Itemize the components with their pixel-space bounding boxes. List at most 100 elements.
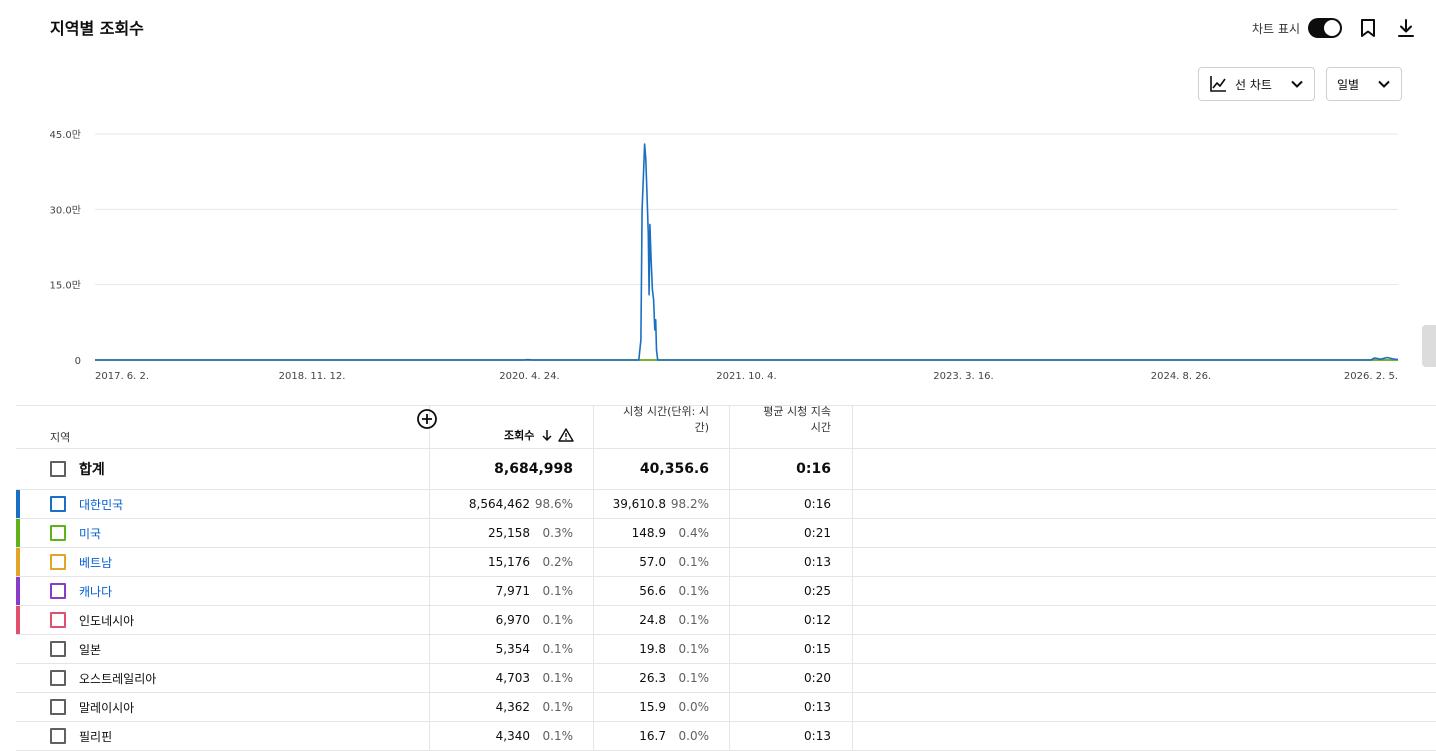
region-name[interactable]: 미국 — [79, 519, 101, 547]
table-row: 필리핀 4,340 0.1% 16.7 0.0% 0:13 — [16, 722, 1436, 751]
download-icon — [1398, 19, 1414, 37]
avg-duration-value: 0:16 — [804, 497, 831, 511]
watch-time-value: 15.9 — [639, 700, 666, 714]
row-checkbox[interactable] — [50, 583, 66, 599]
row-checkbox[interactable] — [50, 496, 66, 512]
watch-time-percent: 0.1% — [678, 671, 710, 685]
watch-time-percent: 0.1% — [678, 555, 710, 569]
line-chart-icon — [1210, 76, 1226, 92]
table-row: 대한민국 8,564,462 98.6% 39,610.8 98.2% 0:16 — [16, 490, 1436, 519]
avg-duration-value: 0:12 — [804, 613, 831, 627]
table-row: 캐나다 7,971 0.1% 56.6 0.1% 0:25 — [16, 577, 1436, 606]
series-color-bar — [16, 606, 20, 634]
x-tick-label: 2017. 6. 2. — [95, 371, 149, 382]
table-row: 말레이시아 4,362 0.1% 15.9 0.0% 0:13 — [16, 693, 1436, 722]
period-dropdown[interactable]: 일별 — [1326, 67, 1402, 101]
y-tick-label: 15.0만 — [50, 280, 81, 292]
watch-time-percent: 0.0% — [678, 729, 710, 743]
page-title: 지역별 조회수 — [50, 19, 144, 38]
x-tick-label: 2021. 10. 4. — [716, 371, 776, 382]
watch-time-value: 39,610.8 — [612, 497, 666, 511]
period-label: 일별 — [1337, 77, 1360, 92]
views-value: 5,354 — [495, 642, 530, 656]
row-checkbox[interactable] — [50, 612, 66, 628]
x-tick-label: 2020. 4. 24. — [499, 371, 559, 382]
series-line-대한민국 — [95, 143, 1399, 361]
table-header: 지역 조회수 시청 시간(단위: 시 간) 평균 시청 지속 시간 — [16, 405, 1436, 449]
watch-time-percent: 0.1% — [678, 642, 710, 656]
views-value: 25,158 — [488, 526, 530, 540]
views-percent: 0.1% — [542, 700, 574, 714]
x-tick-label: 2018. 11. 12. — [279, 371, 346, 382]
series-color-bar — [16, 490, 20, 518]
watch-time-value: 26.3 — [639, 671, 666, 685]
chart-type-dropdown[interactable]: 선 차트 — [1198, 67, 1315, 101]
views-percent: 0.1% — [542, 613, 574, 627]
watch-time-value: 24.8 — [639, 613, 666, 627]
avg-duration-value: 0:20 — [804, 671, 831, 685]
x-tick-label: 2026. 2. 5. — [1344, 371, 1398, 382]
watch-time-percent: 0.1% — [678, 613, 710, 627]
x-tick-label: 2024. 8. 26. — [1151, 371, 1211, 382]
views-value: 15,176 — [488, 555, 530, 569]
side-panel-handle[interactable] — [1422, 325, 1436, 367]
region-name: 필리핀 — [79, 729, 113, 744]
total-checkbox[interactable] — [50, 461, 66, 477]
avg-duration-column-header[interactable]: 평균 시청 지속 시간 — [736, 398, 831, 440]
y-tick-label: 0 — [75, 356, 81, 367]
avg-duration-header-line1: 평균 시청 지속 — [763, 405, 831, 418]
series-color-bar — [16, 548, 20, 576]
views-value: 4,362 — [495, 700, 530, 714]
views-percent: 98.6% — [534, 497, 573, 511]
views-percent: 0.1% — [542, 729, 574, 743]
views-value: 6,970 — [495, 613, 530, 627]
watch-time-value: 148.9 — [631, 526, 666, 540]
avg-duration-value: 0:21 — [804, 526, 831, 540]
download-button[interactable] — [1394, 16, 1418, 40]
watch-time-percent: 0.0% — [678, 700, 710, 714]
arrow-down-icon — [542, 430, 552, 442]
table-row: 일본 5,354 0.1% 19.8 0.1% 0:15 — [16, 635, 1436, 664]
total-label: 합계 — [79, 462, 105, 478]
total-views: 8,684,998 — [494, 461, 573, 477]
watch-time-percent: 98.2% — [670, 497, 709, 511]
row-checkbox[interactable] — [50, 554, 66, 570]
row-checkbox[interactable] — [50, 670, 66, 686]
add-metric-button[interactable] — [416, 398, 438, 440]
table-row: 미국 25,158 0.3% 148.9 0.4% 0:21 — [16, 519, 1436, 548]
region-name[interactable]: 대한민국 — [79, 490, 123, 518]
views-percent: 0.2% — [542, 555, 574, 569]
bookmark-button[interactable] — [1356, 16, 1380, 40]
views-value: 7,971 — [495, 584, 530, 598]
region-rows: 대한민국 8,564,462 98.6% 39,610.8 98.2% 0:16 미국 25,… — [16, 490, 1436, 751]
region-name: 일본 — [79, 642, 102, 657]
views-header-label: 조회수 — [504, 429, 535, 442]
row-checkbox[interactable] — [50, 699, 66, 715]
watch-time-value: 16.7 — [639, 729, 666, 743]
avg-duration-value: 0:15 — [804, 642, 831, 656]
x-tick-label: 2023. 3. 16. — [933, 371, 993, 382]
watch-time-percent: 0.4% — [678, 526, 710, 540]
table-row: 베트남 15,176 0.2% 57.0 0.1% 0:13 — [16, 548, 1436, 577]
region-name[interactable]: 베트남 — [79, 548, 112, 576]
watch-time-column-header[interactable]: 시청 시간(단위: 시 간) — [601, 398, 709, 440]
chart-type-label: 선 차트 — [1235, 77, 1272, 92]
avg-duration-value: 0:13 — [804, 729, 831, 743]
views-value: 4,340 — [495, 729, 530, 743]
watch-time-value: 57.0 — [639, 555, 666, 569]
watch-time-header-line2: 간) — [694, 421, 709, 434]
avg-duration-value: 0:13 — [804, 700, 831, 714]
bookmark-icon — [1361, 19, 1375, 37]
chevron-down-icon — [1378, 80, 1390, 88]
row-checkbox[interactable] — [50, 728, 66, 744]
region-name[interactable]: 캐나다 — [79, 577, 112, 605]
watch-time-value: 56.6 — [639, 584, 666, 598]
views-value: 4,703 — [495, 671, 530, 685]
row-checkbox[interactable] — [50, 525, 66, 541]
series-color-bar — [16, 577, 20, 605]
watch-time-header-line1: 시청 시간(단위: 시 — [623, 405, 709, 418]
chart-toggle[interactable] — [1308, 18, 1342, 38]
row-checkbox[interactable] — [50, 641, 66, 657]
avg-duration-value: 0:25 — [804, 584, 831, 598]
views-line-chart: 45.0만 30.0만 15.0만 0 2017. 6. 2. 2018. 11. 12.… — [50, 129, 1399, 382]
